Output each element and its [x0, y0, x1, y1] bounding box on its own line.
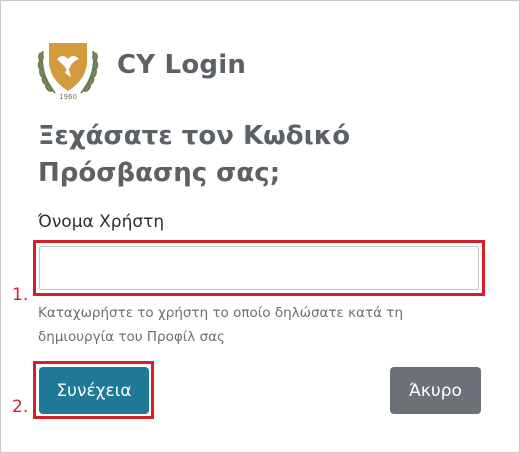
continue-button[interactable]: Συνέχεια [39, 367, 149, 414]
login-card: 1960 CY Login Ξεχάσατε τον Κωδικό Πρόσβα… [0, 0, 520, 453]
username-label: Όνομα Χρήστη [38, 212, 165, 232]
username-input[interactable] [39, 246, 479, 290]
step-2-marker: 2. [12, 397, 29, 417]
step-1-marker: 1. [12, 285, 29, 305]
cyprus-coat-of-arms-icon: 1960 [35, 37, 101, 103]
svg-text:1960: 1960 [59, 93, 77, 101]
page-title: Ξεχάσατε τον Κωδικό Πρόσβασης σας; [38, 121, 351, 188]
app-title: CY Login [117, 50, 247, 80]
cancel-button[interactable]: Άκυρο [390, 367, 481, 414]
username-help-text: Καταχωρήστε το χρήστη το οποίο δηλώσατε … [38, 305, 403, 345]
